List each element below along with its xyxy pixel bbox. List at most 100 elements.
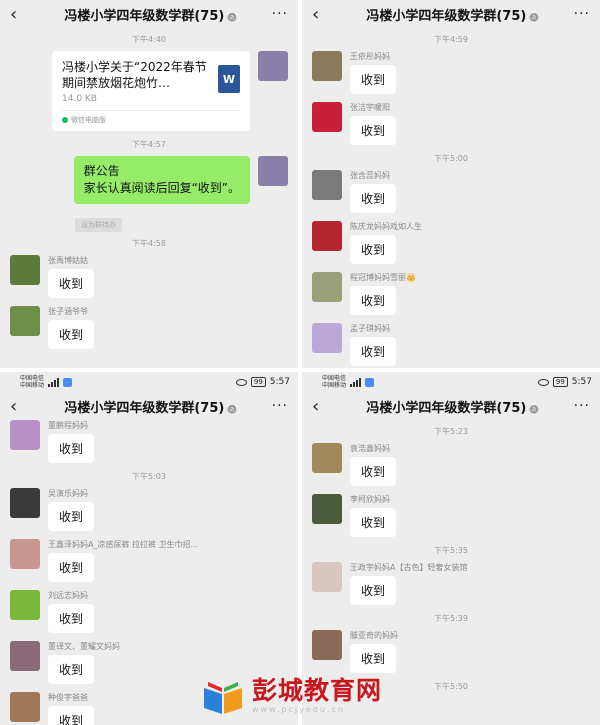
timestamp: 下午5:39: [434, 614, 468, 623]
avatar[interactable]: [312, 630, 342, 660]
sender-name: 王依彤妈妈: [350, 52, 390, 61]
message-bubble[interactable]: 收到: [48, 604, 95, 633]
status-left: 中国电信 中国移动: [20, 375, 73, 389]
status-bar: 中国电信 中国移动 99 5:57: [0, 372, 298, 392]
message-bubble[interactable]: 收到: [350, 116, 397, 145]
chat-message: 群公告家长认真阅读后回复“收到”。: [0, 156, 298, 204]
message-bubble[interactable]: 收到: [350, 235, 397, 264]
timestamp: 下午5:35: [434, 546, 468, 555]
avatar[interactable]: [312, 221, 342, 251]
avatar[interactable]: [10, 306, 40, 336]
back-arrow-icon[interactable]: ‹: [312, 396, 332, 417]
status-left: 中国电信 中国移动: [322, 375, 375, 389]
chat-title-bar: ‹ 冯楼小学四年级数学群(75) 🔕 ···: [0, 0, 298, 28]
avatar[interactable]: [10, 420, 40, 450]
avatar[interactable]: [312, 494, 342, 524]
avatar[interactable]: [312, 272, 342, 302]
message-bubble[interactable]: 收到: [350, 576, 397, 605]
watermark-url: www.pcjyedu.cn: [252, 705, 345, 714]
word-document-icon: W: [218, 65, 240, 93]
message-bubble[interactable]: 收到: [48, 320, 95, 349]
chat-message: 张禹博姑姑 收到: [0, 255, 298, 298]
message-bubble[interactable]: 收到: [48, 269, 95, 298]
avatar[interactable]: [258, 51, 288, 81]
message-body: 冯楼小学关于“2022年春节期间禁放烟花炮竹… 14.0 KB W 微信电脑版: [52, 51, 250, 131]
message-bubble[interactable]: 收到: [350, 286, 397, 315]
avatar[interactable]: [258, 156, 288, 186]
avatar[interactable]: [10, 488, 40, 518]
more-options-icon[interactable]: ···: [272, 398, 288, 414]
timestamp: 下午4:40: [132, 35, 166, 44]
carrier-info: 中国电信 中国移动: [20, 375, 44, 389]
message-bubble[interactable]: 收到: [350, 508, 397, 537]
message-bubble[interactable]: 收到: [48, 706, 95, 725]
message-body: 张含蕊妈妈 收到: [350, 170, 397, 213]
avatar[interactable]: [10, 539, 40, 569]
app-notification-icon: [365, 377, 375, 387]
avatar[interactable]: [312, 323, 342, 353]
sender-name: 种俊宇爸爸: [48, 693, 88, 702]
more-options-icon[interactable]: ···: [574, 398, 590, 414]
avatar[interactable]: [312, 170, 342, 200]
message-body: 王鑫泽妈妈A_凉感尿裤 拉拉裤 卫生巾招... 收到: [48, 539, 198, 582]
avatar[interactable]: [10, 641, 40, 671]
message-bubble[interactable]: 收到: [350, 184, 397, 213]
message-body: 滕亚奇的妈妈 收到: [350, 630, 398, 673]
message-bubble[interactable]: 收到: [48, 553, 95, 582]
chat-message: 孟子琪妈妈 收到: [302, 323, 600, 366]
message-bubble[interactable]: 收到: [350, 65, 397, 94]
back-arrow-icon[interactable]: ‹: [10, 396, 30, 417]
avatar[interactable]: [312, 443, 342, 473]
battery-icon: 99: [250, 377, 266, 387]
chat-title-text: 冯楼小学四年级数学群(75): [366, 8, 527, 24]
avatar[interactable]: [10, 255, 40, 285]
status-bar: 中国电信 中国移动 99 5:57: [302, 372, 600, 392]
file-card-top: 冯楼小学关于“2022年春节期间禁放烟花炮竹… 14.0 KB W: [62, 59, 240, 104]
message-body: 程冠博妈妈雪丽👑 收到: [350, 272, 416, 315]
avatar[interactable]: [312, 51, 342, 81]
sender-name: 王政宇妈妈A【古色】轻奢女装馆: [350, 563, 468, 572]
announcement-heading: 群公告: [83, 164, 120, 178]
mute-bell-icon: 🔕: [227, 12, 238, 22]
chat-title-bar: ‹ 冯楼小学四年级数学群(75) 🔕 ···: [302, 392, 600, 420]
set-as-todo-tag[interactable]: 设为群待办: [75, 218, 122, 232]
back-arrow-icon[interactable]: ‹: [10, 4, 30, 25]
message-bubble[interactable]: 收到: [350, 457, 397, 486]
chat-message: 冯楼小学关于“2022年春节期间禁放烟花炮竹… 14.0 KB W 微信电脑版: [0, 51, 298, 131]
avatar[interactable]: [10, 692, 40, 722]
back-arrow-icon[interactable]: ‹: [312, 4, 332, 25]
more-options-icon[interactable]: ···: [272, 6, 288, 22]
message-body: 刘远志妈妈 收到: [48, 590, 95, 633]
timestamp: 下午5:03: [132, 472, 166, 481]
announcement-text: 家长认真阅读后回复“收到”。: [83, 181, 240, 195]
chat-message: 程冠博妈妈雪丽👑 收到: [302, 272, 600, 315]
file-message-card[interactable]: 冯楼小学关于“2022年春节期间禁放烟花炮竹… 14.0 KB W 微信电脑版: [52, 51, 250, 131]
message-body: 种俊宇爸爸 收到: [48, 692, 95, 725]
message-bubble[interactable]: 收到: [48, 655, 95, 684]
chat-message: 吴演乐妈妈 收到: [0, 488, 298, 531]
chat-message: 张子涵爷爷 收到: [0, 306, 298, 349]
battery-icon: 99: [552, 377, 568, 387]
carrier-2: 中国移动: [322, 382, 347, 389]
more-options-icon[interactable]: ···: [574, 6, 590, 22]
mute-bell-icon: 🔕: [227, 404, 238, 414]
message-bubble[interactable]: 收到: [48, 434, 95, 463]
message-bubble[interactable]: 收到: [48, 502, 95, 531]
sender-name: 刘远志妈妈: [48, 591, 88, 600]
chat-title: 冯楼小学四年级数学群(75) 🔕: [30, 397, 272, 416]
avatar[interactable]: [10, 590, 40, 620]
message-body: 孟子琪妈妈 收到: [350, 323, 397, 366]
sender-name: 程冠博妈妈雪丽👑: [350, 273, 416, 282]
avatar[interactable]: [312, 102, 342, 132]
sender-name: 滕亚奇的妈妈: [350, 631, 398, 640]
sender-name: 吴演乐妈妈: [48, 489, 88, 498]
message-bubble[interactable]: 收到: [350, 337, 397, 366]
announcement-bubble[interactable]: 群公告家长认真阅读后回复“收到”。: [73, 156, 250, 204]
carrier-1: 中国电信: [20, 375, 45, 382]
avatar[interactable]: [312, 562, 342, 592]
app-notification-icon: [63, 377, 73, 387]
status-right: 99 5:57: [537, 377, 592, 387]
sender-name: 张子涵爷爷: [48, 307, 88, 316]
chat-message: 王鑫泽妈妈A_凉感尿裤 拉拉裤 卫生巾招... 收到: [0, 539, 298, 582]
message-body: 董鹏程妈妈 收到: [48, 420, 95, 463]
